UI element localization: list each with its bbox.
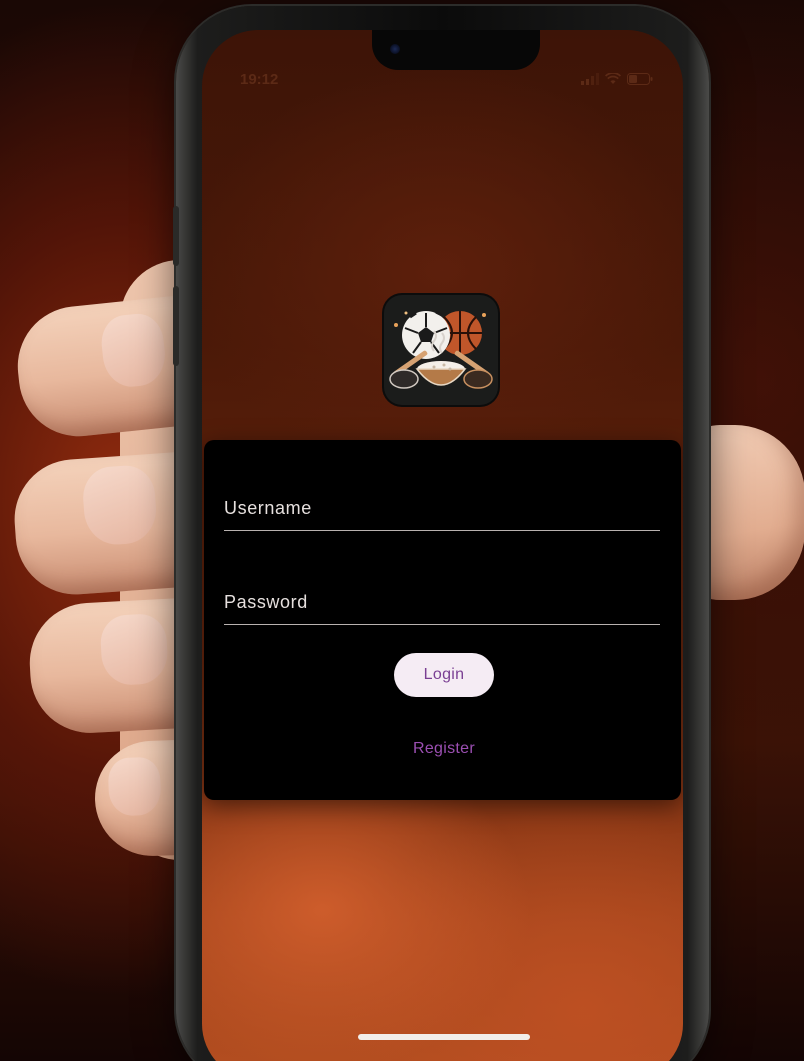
app-logo (384, 295, 498, 405)
little-fingernail (107, 756, 162, 817)
ring-fingernail (99, 612, 169, 687)
battery-icon (627, 73, 653, 85)
password-input[interactable] (224, 588, 660, 616)
phone-frame: 19:12 Username Login Register (173, 6, 709, 1061)
sports-food-logo-icon (389, 310, 493, 389)
status-icons (581, 73, 653, 85)
index-fingernail (98, 311, 169, 390)
username-field-container (224, 474, 660, 531)
register-link[interactable]: Register (394, 740, 494, 758)
phone-volume-button (173, 286, 179, 366)
login-card: Login Register (204, 440, 681, 800)
front-camera-icon (390, 44, 400, 54)
home-indicator[interactable] (358, 1034, 530, 1040)
phone-side-button (173, 206, 179, 266)
status-time: 19:12 (240, 71, 279, 88)
middle-fingernail (81, 463, 159, 547)
notch (372, 30, 540, 70)
wifi-icon (605, 73, 621, 84)
phone-screen: 19:12 Username Login Register (202, 30, 683, 1061)
password-field-container (224, 568, 660, 625)
username-input[interactable] (224, 494, 660, 522)
signal-icon (581, 73, 599, 85)
login-button[interactable]: Login (394, 653, 494, 697)
promo-scene: 19:12 Username Login Register (0, 0, 804, 1061)
